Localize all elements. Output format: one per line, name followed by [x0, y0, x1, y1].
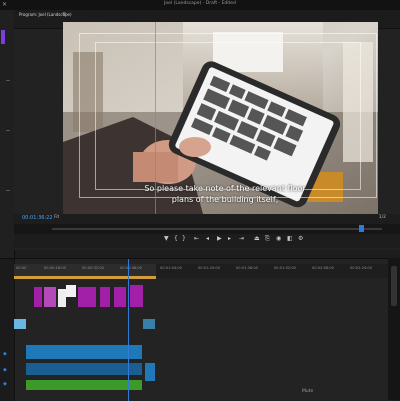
track-headers: ◆ ◆ ◆: [0, 259, 15, 401]
video-clip[interactable]: [34, 287, 42, 307]
playhead-timecode[interactable]: 00:01:36:22: [22, 215, 53, 221]
tab-menu-icon[interactable]: ≡: [62, 11, 66, 17]
timeline-playhead[interactable]: [128, 259, 129, 401]
video-clip-thumb[interactable]: [14, 319, 26, 329]
mark-out-icon[interactable]: }: [182, 235, 186, 242]
zoom-select[interactable]: Fit: [54, 215, 59, 220]
ruler-label: 00:01:36:00: [236, 266, 258, 270]
monitor-scrubber[interactable]: [14, 224, 400, 234]
ruler-label: 00:02:08:00: [312, 266, 334, 270]
compare-icon[interactable]: ◧: [287, 235, 293, 242]
ruler-label: 00:00: [16, 266, 27, 270]
step-back-icon[interactable]: ◂: [206, 235, 209, 242]
mark-in-icon[interactable]: {: [174, 235, 178, 242]
tool-separator: [6, 130, 10, 131]
video-clip[interactable]: [44, 287, 56, 307]
timeline-scrollbar[interactable]: [388, 258, 400, 400]
video-clip-thumb[interactable]: [143, 319, 155, 329]
caption-line-2: plans of the building itself,: [171, 195, 279, 204]
video-clip[interactable]: [66, 285, 76, 297]
audio-track-toggle-icon[interactable]: ◆: [3, 367, 7, 373]
scrollbar-thumb[interactable]: [391, 266, 397, 306]
title-bar: ✕ Joel (Landscape) - Draft - Edited: [0, 0, 400, 10]
settings-icon[interactable]: ⚙: [298, 235, 303, 242]
go-to-in-icon[interactable]: ⇤: [194, 235, 199, 242]
play-icon[interactable]: ▶: [217, 235, 222, 242]
scrub-playhead[interactable]: [359, 225, 364, 232]
left-tool-strip: [0, 10, 15, 258]
caption-overlay: So please take note of the relevant floo…: [120, 183, 330, 205]
title-safe-guide: [95, 42, 361, 190]
caption-line-1: So please take note of the relevant floo…: [144, 184, 306, 193]
ruler-label: 00:01:52:00: [274, 266, 296, 270]
resolution-select[interactable]: 1/2: [379, 215, 386, 220]
tool-separator: [6, 80, 10, 81]
work-area-bar[interactable]: [14, 276, 156, 279]
audio-clip[interactable]: [26, 345, 142, 359]
export-frame-icon[interactable]: ◉: [276, 235, 281, 242]
music-clip[interactable]: [26, 380, 142, 390]
audio-track-toggle-icon[interactable]: ◆: [3, 351, 7, 357]
ruler-label: 00:00:16:00: [44, 266, 66, 270]
video-clip[interactable]: [100, 287, 110, 307]
video-clip[interactable]: [130, 285, 143, 307]
timeline-ruler[interactable]: 00:00 00:00:16:00 00:00:32:00 00:00:48:0…: [14, 264, 390, 279]
step-forward-icon[interactable]: ▸: [228, 235, 231, 242]
scrub-track[interactable]: [52, 228, 382, 230]
panel-indicator: [1, 30, 5, 44]
window-title: Joel (Landscape) - Draft - Edited: [164, 1, 236, 6]
video-clip[interactable]: [58, 289, 66, 307]
extract-icon[interactable]: ⎘: [265, 235, 270, 243]
lift-icon[interactable]: ⏏: [254, 235, 260, 242]
audio-track-toggle-icon[interactable]: ◆: [3, 381, 7, 387]
mute-label[interactable]: Mute: [302, 389, 313, 394]
marker-icon[interactable]: ▼: [164, 235, 169, 242]
video-clip[interactable]: [78, 287, 96, 307]
video-clip[interactable]: [114, 287, 126, 307]
go-to-out-icon[interactable]: ⇥: [239, 235, 244, 242]
ruler-label: 00:01:20:00: [198, 266, 220, 270]
tool-separator: [6, 190, 10, 191]
audio-clip[interactable]: [145, 363, 155, 381]
timeline-panel: ◆ ◆ ◆ 00:00 00:00:16:00 00:00:32:00 00:0…: [0, 258, 390, 401]
audio-clip[interactable]: [26, 363, 142, 375]
ruler-label: 00:01:04:00: [160, 266, 182, 270]
ruler-label: 00:00:32:00: [82, 266, 104, 270]
transport-controls: ▼ { } ⇤ ◂ ▶ ▸ ⇥ ⏏ ⎘ ◉ ◧ ⚙: [14, 234, 400, 248]
monitor-footer: 00:01:36:22 Fit 1/2: [14, 214, 400, 224]
ruler-label: 00:00:48:00: [120, 266, 142, 270]
ruler-label: 00:02:24:00: [350, 266, 372, 270]
